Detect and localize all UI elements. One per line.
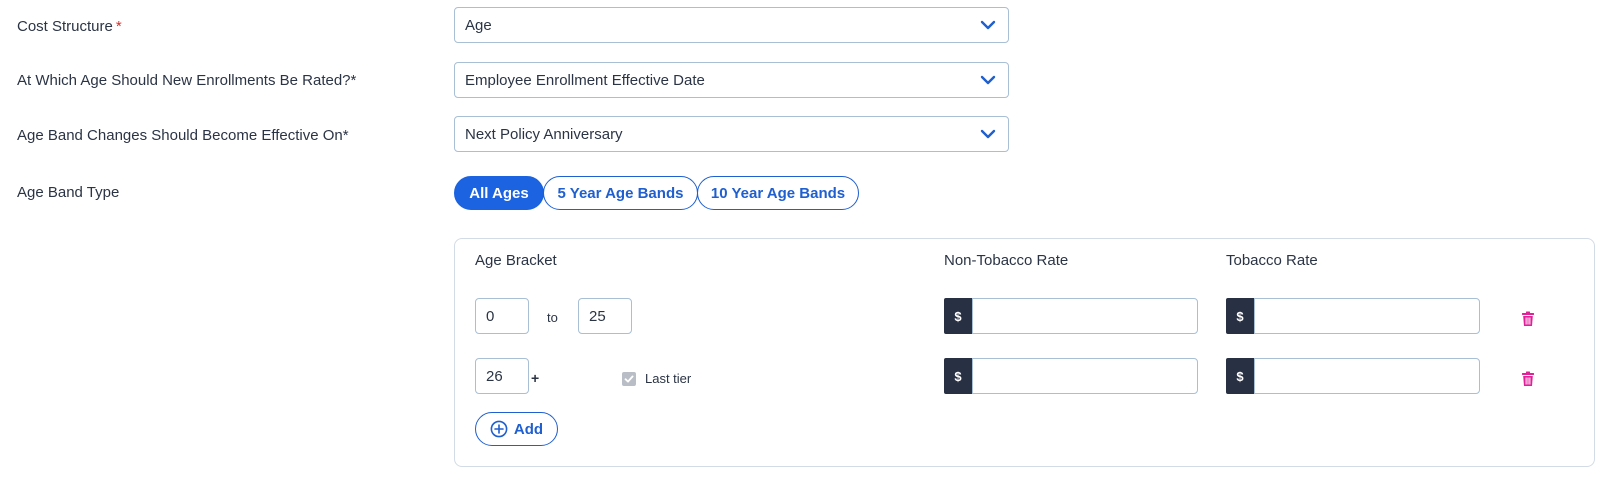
- rating-age-select[interactable]: Employee Enrollment Effective Date: [454, 62, 1009, 98]
- age-bracket-panel: [454, 238, 1595, 467]
- chevron-down-icon: [980, 73, 996, 92]
- tobacco-rate-input[interactable]: [1254, 298, 1480, 334]
- rating-age-label: At Which Age Should New Enrollments Be R…: [17, 72, 357, 89]
- age-to-input[interactable]: 25: [578, 298, 632, 334]
- rating-age-value: Employee Enrollment Effective Date: [465, 72, 705, 89]
- age-from-input[interactable]: 26: [475, 358, 529, 394]
- chevron-down-icon: [980, 127, 996, 146]
- band-type-5-year[interactable]: 5 Year Age Bands: [543, 176, 698, 210]
- age-from-input[interactable]: 0: [475, 298, 529, 334]
- trash-icon[interactable]: [1521, 371, 1535, 392]
- dollar-icon: $: [1226, 358, 1254, 394]
- cost-structure-label: Cost Structure *: [17, 18, 122, 35]
- tobacco-header: Tobacco Rate: [1226, 252, 1318, 269]
- cost-structure-label-text: Cost Structure: [17, 18, 113, 35]
- band-effective-label: Age Band Changes Should Become Effective…: [17, 127, 349, 144]
- non-tobacco-rate-input[interactable]: [972, 358, 1198, 394]
- check-icon: [624, 375, 634, 383]
- dollar-icon: $: [944, 358, 972, 394]
- band-effective-select[interactable]: Next Policy Anniversary: [454, 116, 1009, 152]
- dollar-icon: $: [1226, 298, 1254, 334]
- band-type-10-year[interactable]: 10 Year Age Bands: [697, 176, 859, 210]
- add-row-button[interactable]: Add: [475, 412, 558, 446]
- cost-structure-select[interactable]: Age: [454, 7, 1009, 43]
- add-row-label: Add: [513, 420, 544, 438]
- plus-circle-icon: [490, 420, 508, 438]
- last-tier-checkbox[interactable]: [622, 372, 636, 386]
- band-type-all-ages[interactable]: All Ages: [454, 176, 544, 210]
- required-mark: *: [115, 18, 122, 35]
- dollar-icon: $: [944, 298, 972, 334]
- band-effective-value: Next Policy Anniversary: [465, 126, 623, 143]
- band-type-label: Age Band Type: [17, 184, 120, 201]
- last-tier-label: Last tier: [645, 371, 692, 386]
- tobacco-rate-input[interactable]: [1254, 358, 1480, 394]
- open-ended-plus: +: [531, 370, 540, 386]
- non-tobacco-header: Non-Tobacco Rate: [944, 252, 1069, 269]
- chevron-down-icon: [980, 18, 996, 37]
- trash-icon[interactable]: [1521, 311, 1535, 332]
- range-separator: to: [547, 310, 558, 325]
- non-tobacco-rate-input[interactable]: [972, 298, 1198, 334]
- cost-structure-value: Age: [465, 17, 492, 34]
- age-bracket-header: Age Bracket: [475, 252, 557, 269]
